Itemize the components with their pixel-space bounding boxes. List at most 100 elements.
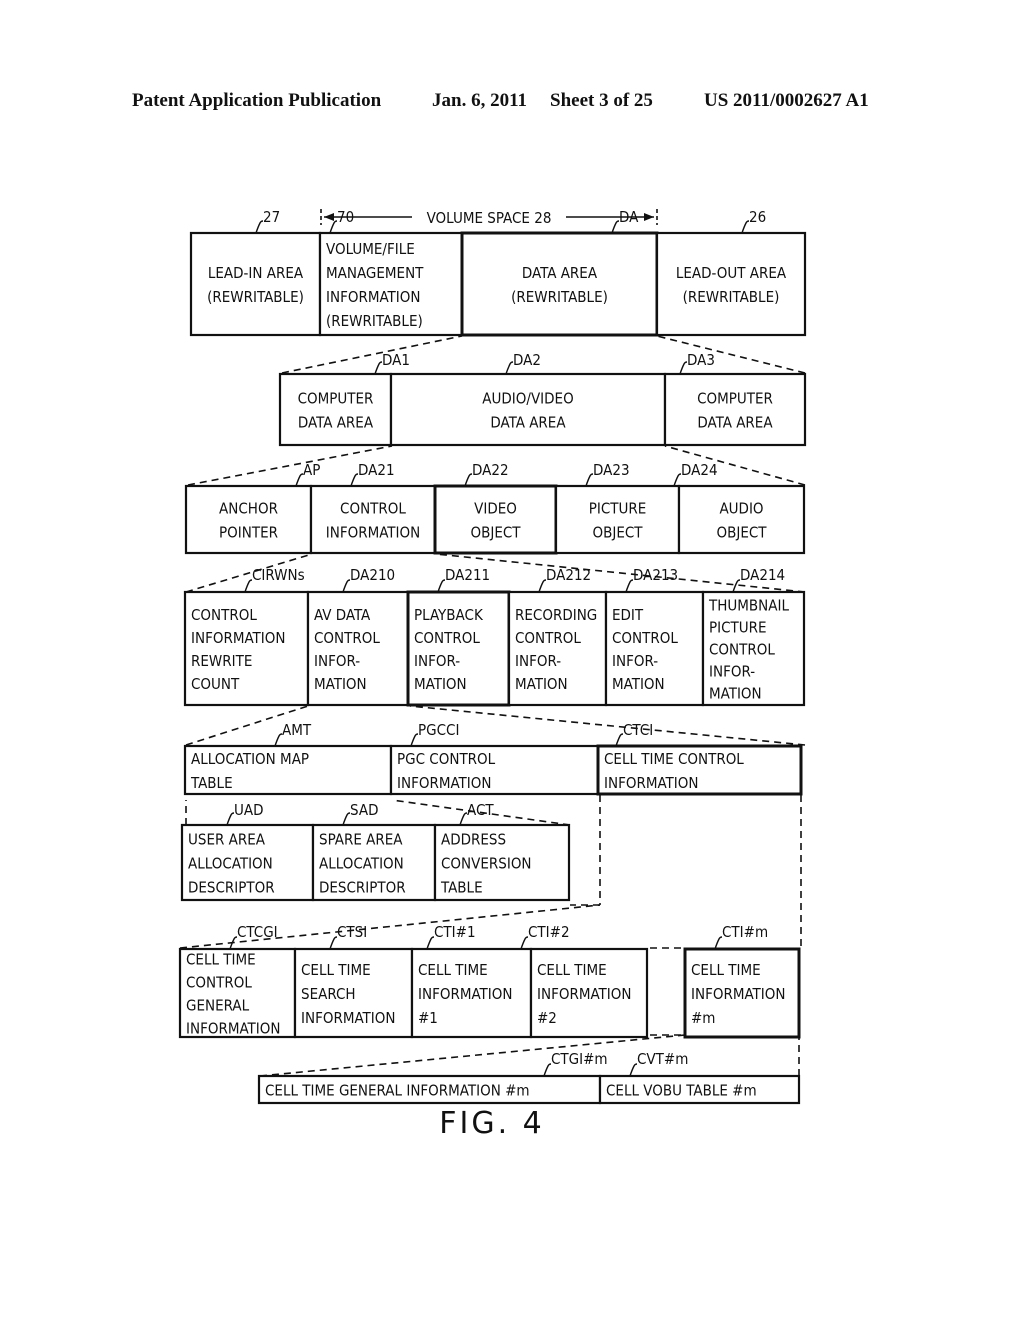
reference-label: DA213 [633, 566, 678, 584]
cell-text-line: DESCRIPTOR [188, 879, 275, 897]
cell-da210: AV DATA CONTROL INFOR- MATION DA210 [306, 566, 410, 707]
cell-text-line: CELL TIME [418, 961, 488, 979]
cell-text-line: CELL TIME [186, 951, 256, 969]
reference-label: AP [303, 461, 320, 479]
cell-text-line: LEAD-IN AREA [208, 264, 304, 282]
cell-text-line: REWRITE [191, 652, 252, 670]
leader-line [274, 733, 283, 747]
cell-text-line: EDIT [612, 606, 644, 624]
reference-label: DA210 [350, 566, 395, 584]
reference-label: CTI#m [722, 923, 768, 941]
cell-text-line: (REWRITABLE) [326, 312, 423, 330]
cell-text-line: (REWRITABLE) [683, 288, 780, 306]
cell-text-line: MATION [414, 675, 467, 693]
cell-sad: SPARE AREA ALLOCATION DESCRIPTOR SAD [311, 801, 437, 902]
row-allocation-map: USER AREA ALLOCATION DESCRIPTOR UAD SPARE AR… [180, 801, 571, 902]
cell-text-line: INFOR- [515, 652, 561, 670]
cell-text-line: DATA AREA [522, 264, 598, 282]
fig4-diagram: VOLUME SPACE 28 LEAD-IN AREA (REWRITABLE)… [178, 208, 807, 1141]
reference-label: CIRWNs [252, 566, 305, 584]
cell-text-line: CELL TIME [301, 961, 371, 979]
cell-da: DATA AREA (REWRITABLE) DA [460, 208, 659, 337]
reference-label: CTGI#m [551, 1050, 608, 1068]
cell-text-line: USER AREA [188, 831, 266, 849]
cell-text-line: TABLE [440, 879, 483, 897]
leader-line [329, 936, 338, 950]
leader-line [329, 220, 338, 234]
cell-ctsi: CELL TIME SEARCH INFORMATION CTSI [293, 923, 414, 1039]
cell-text-line: INFORMATION [397, 774, 491, 792]
cell-box [460, 231, 659, 337]
cell-text-line: INFORMATION [604, 774, 698, 792]
leader-line [342, 812, 351, 826]
cell-text-line: COMPUTER [697, 390, 773, 408]
cell-cvt-m: CELL VOBU TABLE #m CVT#m [598, 1050, 801, 1105]
cell-text-line: RECORDING [515, 606, 597, 624]
cell-text-line: OBJECT [716, 524, 767, 542]
reference-label: CTI#2 [528, 923, 570, 941]
leader-line [679, 361, 688, 375]
leader-line [437, 579, 446, 593]
cell-text-line: INFORMATION [691, 985, 785, 1003]
cell-da213: EDIT CONTROL INFOR- MATION DA213 [604, 566, 705, 707]
cell-text-line: CONTROL [414, 629, 480, 647]
cell-text-line: CONVERSION [441, 855, 532, 873]
leader-line [226, 812, 235, 826]
leader-line [538, 579, 547, 593]
cell-text-line: AUDIO [719, 500, 763, 518]
cell-text-line: CONTROL [612, 629, 678, 647]
cell-text-line: CONTROL [515, 629, 581, 647]
reference-label: ACT [467, 801, 494, 819]
cell-text-line: #1 [418, 1009, 438, 1027]
cell-ctcgi: CELL TIME CONTROL GENERAL INFORMATION CTCGI [178, 923, 297, 1039]
cell-text-line: INFOR- [414, 652, 460, 670]
cell-da24: AUDIO OBJECT DA24 [673, 461, 806, 555]
cell-text-line: DATA AREA [697, 414, 773, 432]
cell-ctgi-m: CELL TIME GENERAL INFORMATION #m CTGI#m [257, 1050, 608, 1105]
cell-ap: ANCHOR POINTER AP [184, 461, 320, 555]
leader-line [520, 936, 529, 950]
leader-line [459, 812, 468, 826]
cell-text-line: MATION [709, 685, 762, 703]
cell-27: LEAD-IN AREA (REWRITABLE) 27 [189, 208, 322, 337]
cell-text-line: GENERAL [186, 997, 250, 1015]
reference-label: 27 [263, 208, 280, 226]
cell-box [663, 372, 807, 447]
reference-label: DA1 [382, 351, 410, 369]
cell-text-line: CELL TIME [691, 961, 761, 979]
cell-text-line: MATION [314, 675, 367, 693]
cell-text-line: INFORMATION [326, 288, 420, 306]
cell-text-line: CONTROL [314, 629, 380, 647]
reference-label: DA212 [546, 566, 591, 584]
reference-label: DA23 [593, 461, 630, 479]
leader-line [464, 473, 473, 487]
cell-text-line: PLAYBACK [414, 606, 484, 624]
cell-70: VOLUME/FILE MANAGEMENT INFORMATION (REWRITA… [318, 208, 464, 337]
cell-amt: ALLOCATION MAP TABLE AMT [183, 721, 393, 796]
reference-label: 70 [337, 208, 354, 226]
cell-26: LEAD-OUT AREA (REWRITABLE) 26 [655, 208, 807, 337]
cell-text-line: ALLOCATION [319, 855, 404, 873]
cell-text-line: COMPUTER [298, 390, 374, 408]
leader-line [374, 361, 383, 375]
cell-text-line: SEARCH [301, 985, 356, 1003]
cell-text-line: DESCRIPTOR [319, 879, 406, 897]
cell-text-line: COUNT [191, 675, 240, 693]
cell-box [278, 372, 393, 447]
leader-line [585, 473, 594, 487]
reference-label: CVT#m [637, 1050, 688, 1068]
cell-da211: PLAYBACK CONTROL INFOR- MATION DA211 [406, 566, 511, 707]
reference-label: 26 [749, 208, 766, 226]
cell-text-line: INFOR- [612, 652, 658, 670]
cell-text-line: INFOR- [709, 663, 755, 681]
cell-text-line: MATION [515, 675, 568, 693]
row-cell-time-information: CELL TIME GENERAL INFORMATION #mCTGI#mCE… [257, 1050, 801, 1105]
leader-line [625, 579, 634, 593]
row-disc-layout: LEAD-IN AREA (REWRITABLE) 27 VOLUME/FILE MAN… [189, 208, 807, 337]
reference-label: DA22 [472, 461, 509, 479]
cell-act: ADDRESS CONVERSION TABLE ACT [433, 801, 571, 902]
leader-line [741, 220, 750, 234]
cell-text-line: TABLE [190, 774, 233, 792]
cell-da21: CONTROL INFORMATION DA21 [309, 461, 437, 555]
cell-text-line: (REWRITABLE) [511, 288, 608, 306]
